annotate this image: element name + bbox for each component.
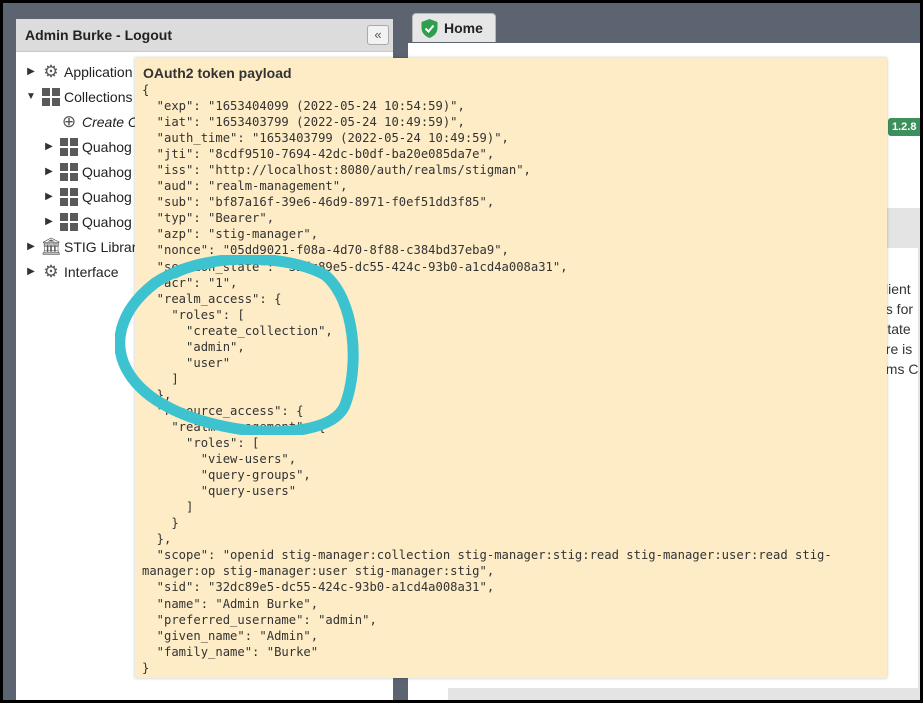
- gear-icon: ⚙: [43, 61, 59, 81]
- tree-item-label: Quahog: [82, 163, 132, 180]
- collapse-arrow-icon[interactable]: ▼: [24, 91, 38, 102]
- expand-arrow-icon[interactable]: ▶: [42, 166, 56, 177]
- logout-link[interactable]: Admin Burke - Logout: [25, 27, 172, 43]
- library-icon: 🏛: [40, 236, 62, 256]
- expand-arrow-icon[interactable]: ▶: [24, 266, 38, 277]
- shield-check-icon: [421, 18, 438, 38]
- grid-icon: [59, 212, 79, 232]
- grid-icon: [59, 187, 79, 207]
- expand-arrow-icon[interactable]: ▶: [24, 66, 38, 77]
- tree-item-label: Quahog: [82, 138, 132, 155]
- nav-header: Admin Burke - Logout «: [16, 19, 393, 52]
- tab-bar: Home: [408, 3, 920, 43]
- tree-item-label: STIG Librar: [64, 238, 137, 255]
- expand-arrow-icon[interactable]: ▶: [42, 191, 56, 202]
- tree-item-label: Interface: [64, 263, 119, 280]
- expand-arrow-icon[interactable]: ▶: [42, 141, 56, 152]
- tree-item-label: Collections: [64, 88, 133, 105]
- expand-arrow-icon[interactable]: ▶: [42, 216, 56, 227]
- grid-icon: [59, 137, 79, 157]
- app-frame: Admin Burke - Logout « ▶ ⚙ Application ▼…: [3, 3, 920, 700]
- tree-item-label: Quahog: [82, 213, 132, 230]
- plus-circle-icon: ⊕: [61, 111, 77, 131]
- tree-item-label: Create C: [82, 113, 139, 130]
- version-badge: 1.2.8: [888, 118, 920, 136]
- tree-item-label: Application: [64, 63, 133, 80]
- expand-arrow-icon[interactable]: ▶: [24, 241, 38, 252]
- grid-icon: [59, 162, 79, 182]
- grid-icon: [41, 87, 61, 107]
- tree-item-label: Quahog: [82, 188, 132, 205]
- token-payload-tooltip: OAuth2 token payload { "exp": "165340409…: [135, 58, 887, 678]
- token-payload-json: { "exp": "1653404099 (2022-05-24 10:54:5…: [142, 83, 832, 675]
- tab-label: Home: [444, 20, 483, 36]
- tab-home[interactable]: Home: [412, 13, 496, 42]
- collapse-button[interactable]: «: [367, 25, 389, 45]
- popup-title: OAuth2 token payload: [143, 65, 292, 81]
- gear-icon: ⚙: [43, 261, 59, 281]
